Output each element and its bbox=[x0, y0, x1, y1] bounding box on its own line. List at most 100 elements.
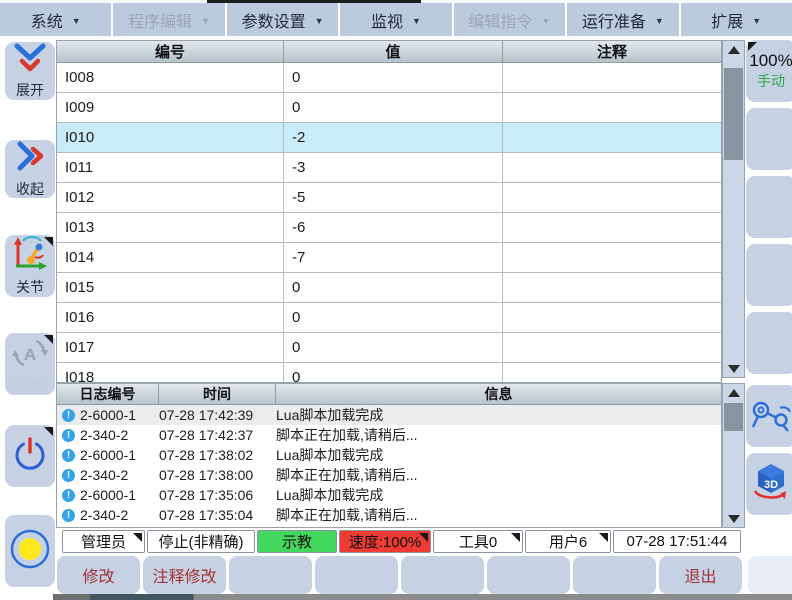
value-table-row[interactable]: I010-2 bbox=[57, 123, 721, 153]
log-id-text: 2-340-2 bbox=[80, 427, 128, 443]
log-scrollbar-thumb[interactable] bbox=[724, 403, 743, 431]
scroll-down-icon[interactable] bbox=[723, 511, 744, 526]
value-comment-cell bbox=[503, 273, 721, 302]
function-button-4[interactable] bbox=[315, 556, 398, 594]
value-table-row[interactable]: I012-5 bbox=[57, 183, 721, 213]
value-table-scrollbar[interactable] bbox=[722, 40, 745, 378]
info-icon: ! bbox=[62, 449, 75, 462]
chevron-down-icon: ▼ bbox=[201, 14, 210, 26]
run-state-segment[interactable]: 停止(非精确) bbox=[147, 530, 255, 553]
menu-bar: 系统▼程序编辑▼参数设置▼监视▼编辑指令▼运行准备▼扩展▼ bbox=[0, 3, 792, 36]
menu-item-edit-instruction[interactable]: 编辑指令▼ bbox=[454, 3, 567, 36]
expand-label: 展开 bbox=[16, 80, 44, 100]
log-table-header: 日志编号 时间 信息 bbox=[57, 384, 721, 405]
speed-segment[interactable]: 速度:100% bbox=[339, 530, 431, 553]
log-id-cell: !2-6000-1 bbox=[57, 447, 159, 463]
value-header-id: 编号 bbox=[57, 41, 284, 62]
function-button-5[interactable] bbox=[401, 556, 484, 594]
value-table-row[interactable]: I0150 bbox=[57, 273, 721, 303]
expand-icon bbox=[10, 42, 50, 79]
scroll-down-icon[interactable] bbox=[723, 361, 744, 376]
value-comment-cell bbox=[503, 213, 721, 242]
function-button-3[interactable] bbox=[229, 556, 312, 594]
log-row[interactable]: !2-6000-107-28 17:42:39Lua脚本加载完成 bbox=[57, 405, 721, 425]
function-button-6[interactable] bbox=[487, 556, 570, 594]
tool-segment[interactable]: 工具0 bbox=[433, 530, 523, 553]
log-row[interactable]: !2-340-207-28 17:38:00脚本正在加载,请稍后... bbox=[57, 465, 721, 485]
value-value-cell: -7 bbox=[284, 243, 503, 272]
right-panel-button-5[interactable] bbox=[746, 312, 792, 374]
value-id-cell: I016 bbox=[57, 303, 284, 332]
value-table-row[interactable]: I0090 bbox=[57, 93, 721, 123]
function-button-7[interactable] bbox=[573, 556, 656, 594]
right-panel-button-4[interactable] bbox=[746, 244, 792, 306]
bottom-partial-button[interactable] bbox=[748, 556, 792, 594]
robot-arm-button[interactable] bbox=[746, 385, 792, 447]
log-header-time: 时间 bbox=[159, 384, 276, 404]
log-row[interactable]: !2-340-207-28 17:42:37脚本正在加载,请稍后... bbox=[57, 425, 721, 445]
servo-indicator-icon bbox=[8, 527, 52, 576]
scroll-up-icon[interactable] bbox=[723, 385, 744, 400]
value-id-cell: I015 bbox=[57, 273, 284, 302]
value-table: 编号 值 注释 I0080I0090I010-2I011-3I012-5I013… bbox=[56, 40, 722, 383]
bottom-edge-strip bbox=[53, 594, 792, 600]
log-row[interactable]: !2-6000-107-28 17:38:02Lua脚本加载完成 bbox=[57, 445, 721, 465]
right-panel-button-2[interactable] bbox=[746, 108, 792, 170]
log-id-cell: !2-6000-1 bbox=[57, 407, 159, 423]
continuous-loop-button[interactable]: A 连续循环 bbox=[5, 333, 55, 395]
exit-button[interactable]: 退出 bbox=[659, 556, 742, 594]
servo-status-button[interactable] bbox=[5, 515, 55, 587]
menu-item-run-prepare[interactable]: 运行准备▼ bbox=[567, 3, 680, 36]
value-scrollbar-thumb[interactable] bbox=[724, 68, 743, 160]
3d-view-button[interactable]: 3D bbox=[746, 453, 792, 515]
scroll-up-icon[interactable] bbox=[723, 42, 744, 57]
chevron-down-icon: ▼ bbox=[412, 14, 421, 26]
value-table-row[interactable]: I0080 bbox=[57, 63, 721, 93]
log-time-cell: 07-28 17:42:37 bbox=[159, 427, 276, 443]
value-table-row[interactable]: I013-6 bbox=[57, 213, 721, 243]
speed-mode-button[interactable]: 100% 手动 bbox=[746, 40, 792, 102]
power-button[interactable] bbox=[5, 425, 55, 487]
teach-mode-segment[interactable]: 示教 bbox=[257, 530, 337, 553]
log-header-info: 信息 bbox=[276, 384, 721, 404]
value-value-cell: 0 bbox=[284, 333, 503, 362]
value-table-row[interactable]: I0180 bbox=[57, 363, 721, 383]
3d-cube-icon: 3D bbox=[750, 461, 792, 508]
value-table-row[interactable]: I014-7 bbox=[57, 243, 721, 273]
value-comment-cell bbox=[503, 243, 721, 272]
right-panel-button-3[interactable] bbox=[746, 176, 792, 238]
value-table-row[interactable]: I0160 bbox=[57, 303, 721, 333]
menu-item-extend[interactable]: 扩展▼ bbox=[681, 3, 792, 36]
joint-axes-icon bbox=[11, 235, 49, 276]
log-time-cell: 07-28 17:42:39 bbox=[159, 407, 276, 423]
comment-modify-button[interactable]: 注释修改 bbox=[143, 556, 226, 594]
run-state-label: 停止(非精确) bbox=[159, 531, 244, 552]
log-row[interactable]: !2-6000-107-28 17:3Lua脚本加载完成 bbox=[57, 525, 721, 528]
menu-item-program-edit[interactable]: 程序编辑▼ bbox=[113, 3, 226, 36]
log-row[interactable]: !2-6000-107-28 17:35:06Lua脚本加载完成 bbox=[57, 485, 721, 505]
value-id-cell: I010 bbox=[57, 123, 284, 152]
log-message-cell: Lua脚本加载完成 bbox=[276, 405, 721, 425]
value-header-value: 值 bbox=[284, 41, 503, 62]
collapse-button[interactable]: 收起 bbox=[5, 140, 55, 198]
menu-item-param-settings[interactable]: 参数设置▼ bbox=[227, 3, 340, 36]
joint-coords-button[interactable]: 关节 bbox=[5, 235, 55, 297]
log-id-cell: !2-6000-1 bbox=[57, 487, 159, 503]
left-toolbar: 展开 收起 bbox=[0, 36, 56, 600]
info-icon: ! bbox=[62, 509, 75, 522]
continuous-loop-label: 连续循环 bbox=[10, 376, 50, 392]
value-table-row[interactable]: I0170 bbox=[57, 333, 721, 363]
menu-item-monitor[interactable]: 监视▼ bbox=[340, 3, 453, 36]
chevron-down-icon: ▼ bbox=[752, 14, 761, 26]
expand-button[interactable]: 展开 bbox=[5, 42, 55, 100]
value-id-cell: I009 bbox=[57, 93, 284, 122]
log-row[interactable]: !2-340-207-28 17:35:04脚本正在加载,请稍后... bbox=[57, 505, 721, 525]
log-table-scrollbar[interactable] bbox=[722, 383, 745, 528]
user-level-segment[interactable]: 管理员 bbox=[62, 530, 145, 553]
user-frame-segment[interactable]: 用户6 bbox=[525, 530, 611, 553]
value-table-row[interactable]: I011-3 bbox=[57, 153, 721, 183]
modify-button[interactable]: 修改 bbox=[57, 556, 140, 594]
menu-item-label: 编辑指令 bbox=[468, 8, 532, 32]
value-value-cell: -6 bbox=[284, 213, 503, 242]
menu-item-system[interactable]: 系统▼ bbox=[0, 3, 113, 36]
